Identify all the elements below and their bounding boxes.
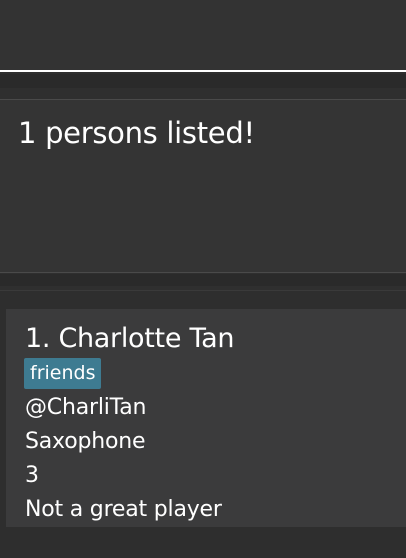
command-box[interactable]	[0, 0, 406, 72]
tag-label: friends	[24, 358, 102, 389]
person-remark: Not a great player	[25, 497, 222, 522]
person-level: 3	[25, 463, 39, 488]
person-card[interactable]: 1. Charlotte Tan friends @CharliTan Saxo…	[6, 309, 406, 527]
person-list-panel[interactable]: 1. Charlotte Tan friends @CharliTan Saxo…	[0, 290, 406, 558]
split-pane-divider-lower[interactable]	[0, 274, 406, 286]
result-display: 1 persons listed!	[0, 99, 406, 273]
result-message: 1 persons listed!	[18, 116, 255, 150]
person-handle: @CharliTan	[25, 395, 147, 420]
split-pane-divider[interactable]	[0, 74, 406, 88]
person-instrument: Saxophone	[25, 429, 146, 454]
command-input[interactable]	[0, 0, 406, 70]
person-name: 1. Charlotte Tan	[25, 323, 235, 354]
